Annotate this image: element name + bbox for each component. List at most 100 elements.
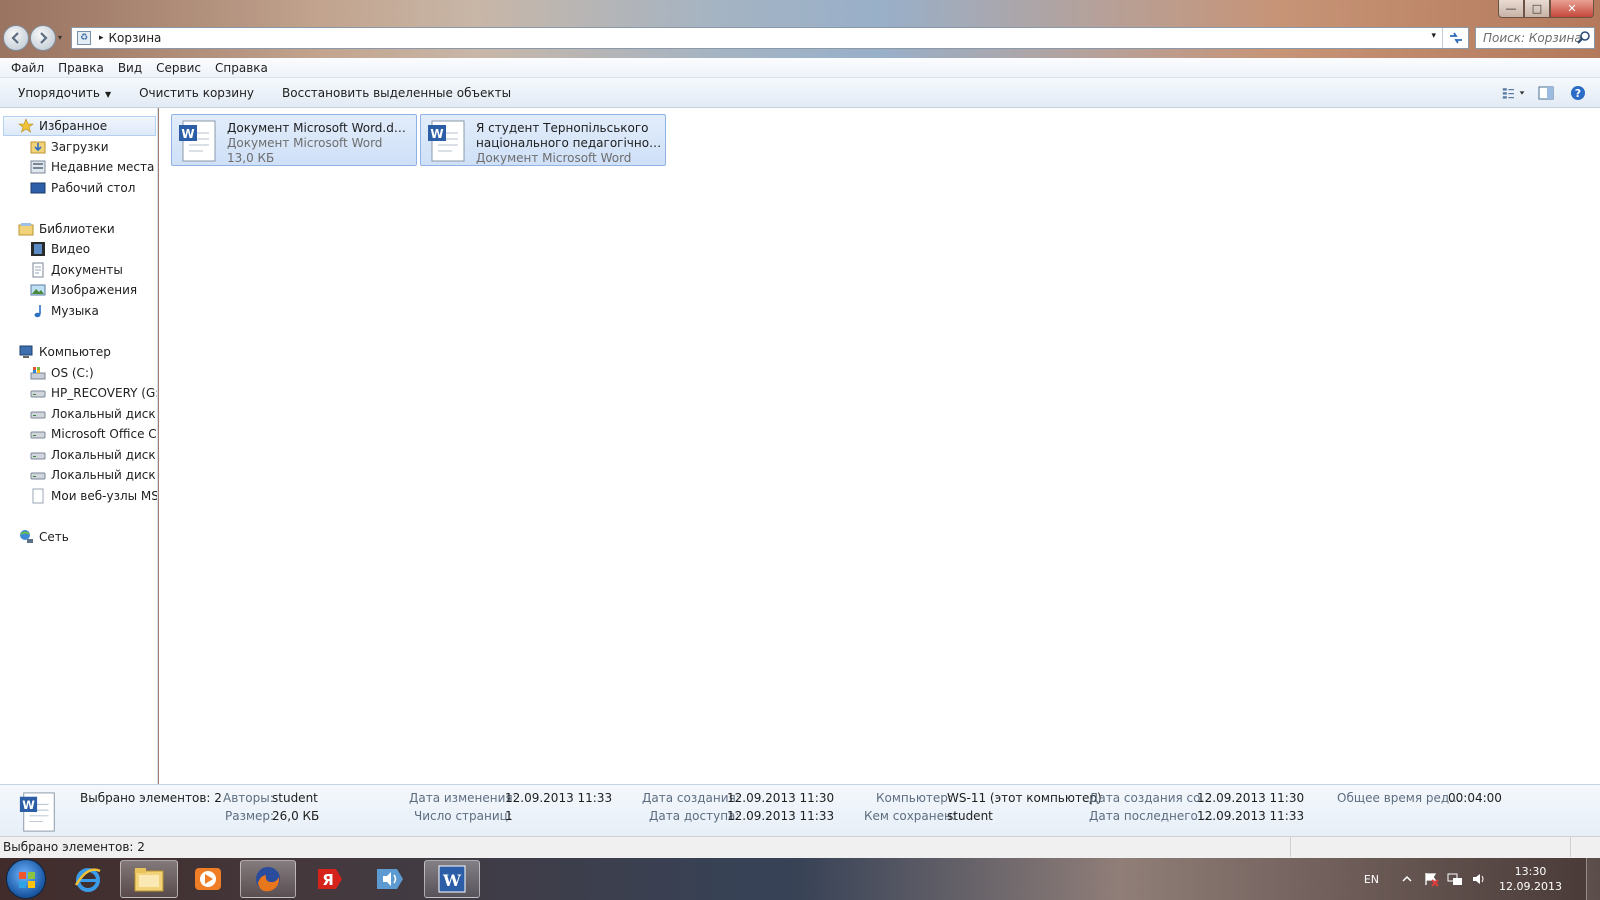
nav-msn-sites[interactable]: Мои веб-узлы MSN <box>30 486 157 506</box>
file-name-line2: національного педагогічного у... <box>476 136 662 150</box>
minimize-button[interactable]: — <box>1498 0 1524 18</box>
nav-downloads[interactable]: Загрузки <box>30 137 157 157</box>
view-options-icon <box>1502 88 1525 99</box>
video-icon <box>31 242 45 256</box>
menu-help[interactable]: Справка <box>208 61 275 75</box>
maximize-button[interactable]: □ <box>1524 0 1550 18</box>
documents-icon <box>32 262 44 278</box>
nav-drive-r[interactable]: Локальный диск (R <box>30 445 157 465</box>
help-button[interactable]: ? <box>1566 82 1590 104</box>
status-section <box>1290 837 1600 857</box>
file-type: Документ Microsoft Word <box>476 151 632 165</box>
file-size: 13,0 КБ <box>227 151 275 165</box>
content-created-value: 12.09.2013 11:30 <box>1197 791 1305 805</box>
star-icon <box>18 118 34 133</box>
nav-drive-g[interactable]: HP_RECOVERY (G:) <box>30 383 157 403</box>
windows-logo-icon <box>19 872 35 888</box>
file-tile[interactable]: W Я студент Тернопільського національног… <box>420 114 666 166</box>
nav-computer[interactable]: Компьютер <box>18 342 156 362</box>
word-document-icon: W <box>19 792 55 832</box>
search-icon[interactable] <box>1577 30 1591 44</box>
recent-places-icon <box>30 160 46 174</box>
breadcrumb-separator[interactable]: ▸ <box>99 33 104 43</box>
nav-label: Рабочий стол <box>51 181 136 195</box>
menu-edit[interactable]: Правка <box>51 61 111 75</box>
size-label: Размер: <box>225 809 275 823</box>
nav-label: Изображения <box>51 283 138 297</box>
nav-drive-office[interactable]: Microsoft Office Clic <box>30 424 157 444</box>
nav-pictures[interactable]: Изображения <box>30 280 157 300</box>
network-tray-icon[interactable] <box>1447 871 1463 887</box>
resize-grip[interactable] <box>1570 837 1600 857</box>
nav-favorites[interactable]: Избранное <box>3 116 156 136</box>
breadcrumb-location[interactable]: Корзина <box>109 31 162 45</box>
preview-pane-button[interactable] <box>1534 82 1558 104</box>
taskbar-yandex[interactable]: Я <box>302 860 358 898</box>
computer-icon <box>19 345 33 358</box>
restore-selected-button[interactable]: Восстановить выделенные объекты <box>274 86 519 100</box>
show-desktop-button[interactable] <box>1586 858 1600 900</box>
taskbar-audio-app[interactable] <box>363 860 419 898</box>
status-bar: Выбрано элементов: 2 <box>0 836 1600 858</box>
nav-network[interactable]: Сеть <box>18 527 156 547</box>
search-input[interactable]: Поиск: Корзина <box>1475 27 1595 49</box>
language-indicator[interactable]: EN <box>1364 873 1379 886</box>
empty-bin-label: Очистить корзину <box>139 85 255 100</box>
computer-label: Компьютер: <box>876 791 952 805</box>
navigation-pane: Избранное Загрузки Недавние места Рабочи… <box>0 108 158 784</box>
modified-value[interactable]: 12.09.2013 11:33 <box>505 791 612 805</box>
nav-label: Локальный диск (R <box>51 448 157 462</box>
address-bar[interactable]: ♻ ▸ Корзина ▾ <box>71 27 1469 49</box>
word-document-icon: W <box>428 120 465 162</box>
pictures-icon <box>30 284 46 296</box>
taskbar-word[interactable]: W <box>424 860 480 898</box>
close-button[interactable]: ✕ <box>1550 0 1594 18</box>
firefox-icon <box>256 867 280 892</box>
clock[interactable]: 13:30 12.09.2013 <box>1499 864 1562 894</box>
forward-button[interactable] <box>30 25 56 51</box>
downloads-folder-icon <box>30 141 46 154</box>
pages-label: Число страниц: <box>414 809 512 823</box>
taskbar-explorer[interactable] <box>120 860 178 898</box>
show-hidden-icons-icon[interactable] <box>1399 871 1415 887</box>
refresh-button[interactable] <box>1442 28 1468 48</box>
file-tile[interactable]: W Документ Microsoft Word.docx Документ … <box>171 114 417 166</box>
nav-drive-s[interactable]: Локальный диск (S: <box>30 465 157 485</box>
last-saved-value: 12.09.2013 11:33 <box>1197 809 1305 823</box>
menu-file[interactable]: Файл <box>4 61 51 75</box>
taskbar-internet-explorer[interactable] <box>60 860 116 898</box>
nav-video[interactable]: Видео <box>30 239 157 259</box>
nav-desktop[interactable]: Рабочий стол <box>30 178 157 198</box>
nav-recent-places[interactable]: Недавние места <box>30 157 157 177</box>
saved-by-value[interactable]: student <box>947 809 993 823</box>
authors-value[interactable]: student <box>272 791 318 805</box>
svg-text:W: W <box>442 871 462 890</box>
recent-pages-dropdown[interactable]: ▾ <box>58 33 62 42</box>
file-list[interactable]: W Документ Microsoft Word.docx Документ … <box>159 108 1600 784</box>
back-button[interactable] <box>3 25 29 51</box>
organize-button[interactable]: Упорядочить ▼ <box>10 86 119 100</box>
taskbar-media-player[interactable] <box>180 860 236 898</box>
empty-recycle-bin-button[interactable]: Очистить корзину <box>131 86 262 100</box>
status-text: Выбрано элементов: 2 <box>3 840 145 854</box>
address-history-dropdown[interactable]: ▾ <box>1431 31 1436 41</box>
size-value: 26,0 КБ <box>272 809 320 823</box>
nav-drive-n[interactable]: Локальный диск (N <box>30 404 157 424</box>
close-icon: ✕ <box>1567 2 1577 15</box>
change-view-button[interactable] <box>1502 82 1526 104</box>
nav-music[interactable]: Музыка <box>30 301 157 321</box>
preview-pane-icon <box>1538 86 1554 100</box>
nav-label: HP_RECOVERY (G:) <box>51 386 157 400</box>
volume-icon[interactable] <box>1471 871 1487 887</box>
computer-value: WS-11 (этот компьютер) <box>947 791 1102 805</box>
drive-icon <box>30 452 46 460</box>
last-saved-label: Дата последнего ... <box>1089 809 1214 823</box>
menu-tools[interactable]: Сервис <box>149 61 208 75</box>
nav-drive-c[interactable]: OS (C:) <box>30 363 157 383</box>
start-button[interactable] <box>6 859 46 899</box>
menu-view[interactable]: Вид <box>111 61 149 75</box>
action-center-icon[interactable] <box>1423 871 1439 887</box>
taskbar-firefox[interactable] <box>240 860 296 898</box>
nav-documents[interactable]: Документы <box>30 260 157 280</box>
nav-libraries[interactable]: Библиотеки <box>18 219 156 239</box>
